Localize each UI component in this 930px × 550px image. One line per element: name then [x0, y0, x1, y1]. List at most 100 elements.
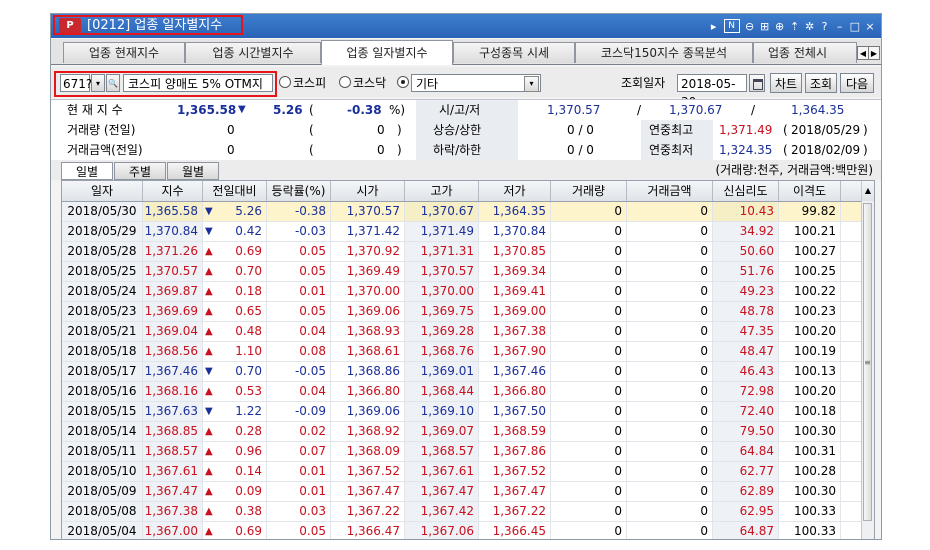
up-arrow-icon: ▲ — [205, 386, 213, 397]
col-open-cell: 1,370.92 — [331, 242, 405, 261]
col-volume-cell: 0 — [551, 482, 627, 501]
header-col-date[interactable]: 일자 — [62, 181, 143, 201]
col-index-cell: 1,370.84 — [143, 222, 203, 241]
high-value: 1,370.67 — [669, 103, 723, 117]
header-col-high[interactable]: 고가 — [405, 181, 479, 201]
chart-button[interactable]: 차트 — [770, 73, 802, 93]
scroll-up-icon[interactable]: ▲ — [862, 181, 874, 201]
col-rate-cell: 0.02 — [267, 422, 331, 441]
col-rate-cell: 0.01 — [267, 282, 331, 301]
next-button[interactable]: 다음 — [840, 73, 874, 93]
zoom-out-icon[interactable]: ⊖ — [745, 20, 755, 33]
query-button[interactable]: 조회 — [805, 73, 837, 93]
tab-monthly[interactable]: 월별 — [167, 162, 219, 180]
col-rate-cell: 0.03 — [267, 502, 331, 521]
tab-components[interactable]: 구성종목 시세 — [453, 42, 575, 63]
col-volume-cell: 0 — [551, 442, 627, 461]
col-date-cell: 2018/05/21 — [62, 322, 143, 341]
header-col-disparity[interactable]: 이격도 — [779, 181, 841, 201]
header-col-low[interactable]: 저가 — [479, 181, 551, 201]
col-rate-cell: 0.05 — [267, 302, 331, 321]
minimize-icon[interactable]: – — [835, 20, 845, 33]
radio-other[interactable] — [397, 76, 409, 88]
col-volume-cell: 0 — [551, 362, 627, 381]
header-col-amount[interactable]: 거래금액 — [627, 181, 713, 201]
header-col-index[interactable]: 지수 — [143, 181, 203, 201]
expand-arrow-icon[interactable]: ▸ — [709, 20, 719, 33]
radio-kospi[interactable] — [279, 76, 291, 88]
maximize-icon[interactable]: □ — [850, 20, 860, 33]
query-controls: 671? ▾ 🔍 코스피 양매도 5% OTM지 코스피 코스닥 기타 ▾ 조회… — [51, 67, 881, 109]
col-open-cell: 1,368.92 — [331, 422, 405, 441]
col-rate-cell: 0.01 — [267, 462, 331, 481]
tab-daily-index[interactable]: 업종 일자별지수 — [321, 40, 453, 65]
col-low-cell: 1,369.00 — [479, 302, 551, 321]
col-psy-cell: 51.76 — [713, 262, 779, 281]
table-row[interactable]: 2018/05/24 1,369.87 0.18 ▲ 0.01 1,370.00 1,370… — [62, 282, 862, 302]
col-index-cell: 1,367.38 — [143, 502, 203, 521]
table-row[interactable]: 2018/05/23 1,369.69 0.65 ▲ 0.05 1,369.06 1,369… — [62, 302, 862, 322]
amount-value: 0 — [227, 143, 235, 157]
table-row[interactable]: 2018/05/11 1,368.57 0.96 ▲ 0.07 1,368.09 1,368… — [62, 442, 862, 462]
tab-kosdaq150[interactable]: 코스닥150지수 종목분석 — [575, 42, 753, 63]
other-index-select[interactable]: 기타 ▾ — [411, 74, 541, 92]
table-row[interactable]: 2018/05/04 1,367.00 0.69 ▲ 0.05 1,366.47 1,367… — [62, 522, 862, 539]
col-low-cell: 1,367.50 — [479, 402, 551, 421]
year-high-label: 연중최고 — [649, 123, 694, 137]
header-col-rate[interactable]: 등락률(%) — [267, 181, 331, 201]
col-date-cell: 2018/05/09 — [62, 482, 143, 501]
col-amount-cell: 0 — [627, 442, 713, 461]
col-low-cell: 1,367.52 — [479, 462, 551, 481]
help-icon[interactable]: ? — [820, 20, 830, 33]
tab-all-sectors[interactable]: 업종 전체시 — [753, 42, 857, 63]
calendar-icon[interactable] — [749, 74, 765, 92]
col-amount-cell: 0 — [627, 482, 713, 501]
table-row[interactable]: 2018/05/08 1,367.38 0.38 ▲ 0.03 1,367.22 1,367… — [62, 502, 862, 522]
query-date-input[interactable]: 2018-05-30 — [677, 74, 747, 109]
table-row[interactable]: 2018/05/17 1,367.46 0.70 ▼ -0.05 1,368.86 1,36… — [62, 362, 862, 382]
table-row[interactable]: 2018/05/29 1,370.84 0.42 ▼ -0.03 1,371.42 1,37… — [62, 222, 862, 242]
unit-note: (거래량:천주, 거래금액:백만원) — [715, 163, 873, 177]
header-col-open[interactable]: 시가 — [331, 181, 405, 201]
table-row[interactable]: 2018/05/21 1,369.04 0.48 ▲ 0.04 1,368.93 1,369… — [62, 322, 862, 342]
header-col-volume[interactable]: 거래량 — [551, 181, 627, 201]
table-row[interactable]: 2018/05/25 1,370.57 0.70 ▲ 0.05 1,369.49 1,370… — [62, 262, 862, 282]
new-window-icon[interactable]: N — [723, 19, 740, 33]
radio-kosdaq[interactable] — [339, 76, 351, 88]
header-col-change[interactable]: 전일대비 — [203, 181, 267, 201]
col-amount-cell: 0 — [627, 382, 713, 401]
col-amount-cell: 0 — [627, 242, 713, 261]
table-row[interactable]: 2018/05/16 1,368.16 0.53 ▲ 0.04 1,366.80 1,368… — [62, 382, 862, 402]
scroll-thumb[interactable]: ≡ — [863, 203, 872, 521]
tab-current-index[interactable]: 업종 현재지수 — [63, 42, 185, 63]
close-icon[interactable]: × — [865, 20, 875, 33]
table-row[interactable]: 2018/05/10 1,367.61 0.14 ▲ 0.01 1,367.52 1,367… — [62, 462, 862, 482]
header-col-psy[interactable]: 신심리도 — [713, 181, 779, 201]
up-arrow-icon: ▲ — [205, 346, 213, 357]
tab-daily[interactable]: 일별 — [61, 162, 113, 180]
layout-icon[interactable]: ⊞ — [760, 20, 770, 33]
table-row[interactable]: 2018/05/28 1,371.26 0.69 ▲ 0.05 1,370.92 1,371… — [62, 242, 862, 262]
tab-weekly[interactable]: 주별 — [114, 162, 166, 180]
col-rate-cell: 0.05 — [267, 242, 331, 261]
zoom-in-icon[interactable]: ⊕ — [775, 20, 785, 33]
table-row[interactable]: 2018/05/18 1,368.56 1.10 ▲ 0.08 1,368.61 1,368… — [62, 342, 862, 362]
col-rate-cell: 0.05 — [267, 262, 331, 281]
col-high-cell: 1,370.67 — [405, 202, 479, 221]
table-row[interactable]: 2018/05/14 1,368.85 0.28 ▲ 0.02 1,368.92 1,369… — [62, 422, 862, 442]
tab-time-index[interactable]: 업종 시간별지수 — [185, 42, 321, 63]
col-index-cell: 1,369.69 — [143, 302, 203, 321]
vertical-scrollbar[interactable]: ▲ ≡ — [861, 181, 874, 539]
select-chevron-down-icon[interactable]: ▾ — [524, 76, 539, 92]
down-arrow-icon: ▼ — [205, 206, 213, 217]
pin-icon[interactable]: ⇡ — [790, 20, 800, 33]
code-highlight-box — [54, 71, 277, 97]
tab-next-icon[interactable]: ▶ — [868, 46, 880, 60]
settings-icon[interactable]: ✲ — [805, 20, 815, 33]
up-arrow-icon: ▲ — [205, 446, 213, 457]
table-row[interactable]: 2018/05/30 1,365.58 5.26 ▼ -0.38 1,370.57 1,37… — [62, 202, 862, 222]
col-high-cell: 1,369.07 — [405, 422, 479, 441]
query-date-label: 조회일자 — [621, 76, 666, 90]
table-row[interactable]: 2018/05/15 1,367.63 1.22 ▼ -0.09 1,369.06 1,36… — [62, 402, 862, 422]
table-row[interactable]: 2018/05/09 1,367.47 0.09 ▲ 0.01 1,367.47 1,367… — [62, 482, 862, 502]
